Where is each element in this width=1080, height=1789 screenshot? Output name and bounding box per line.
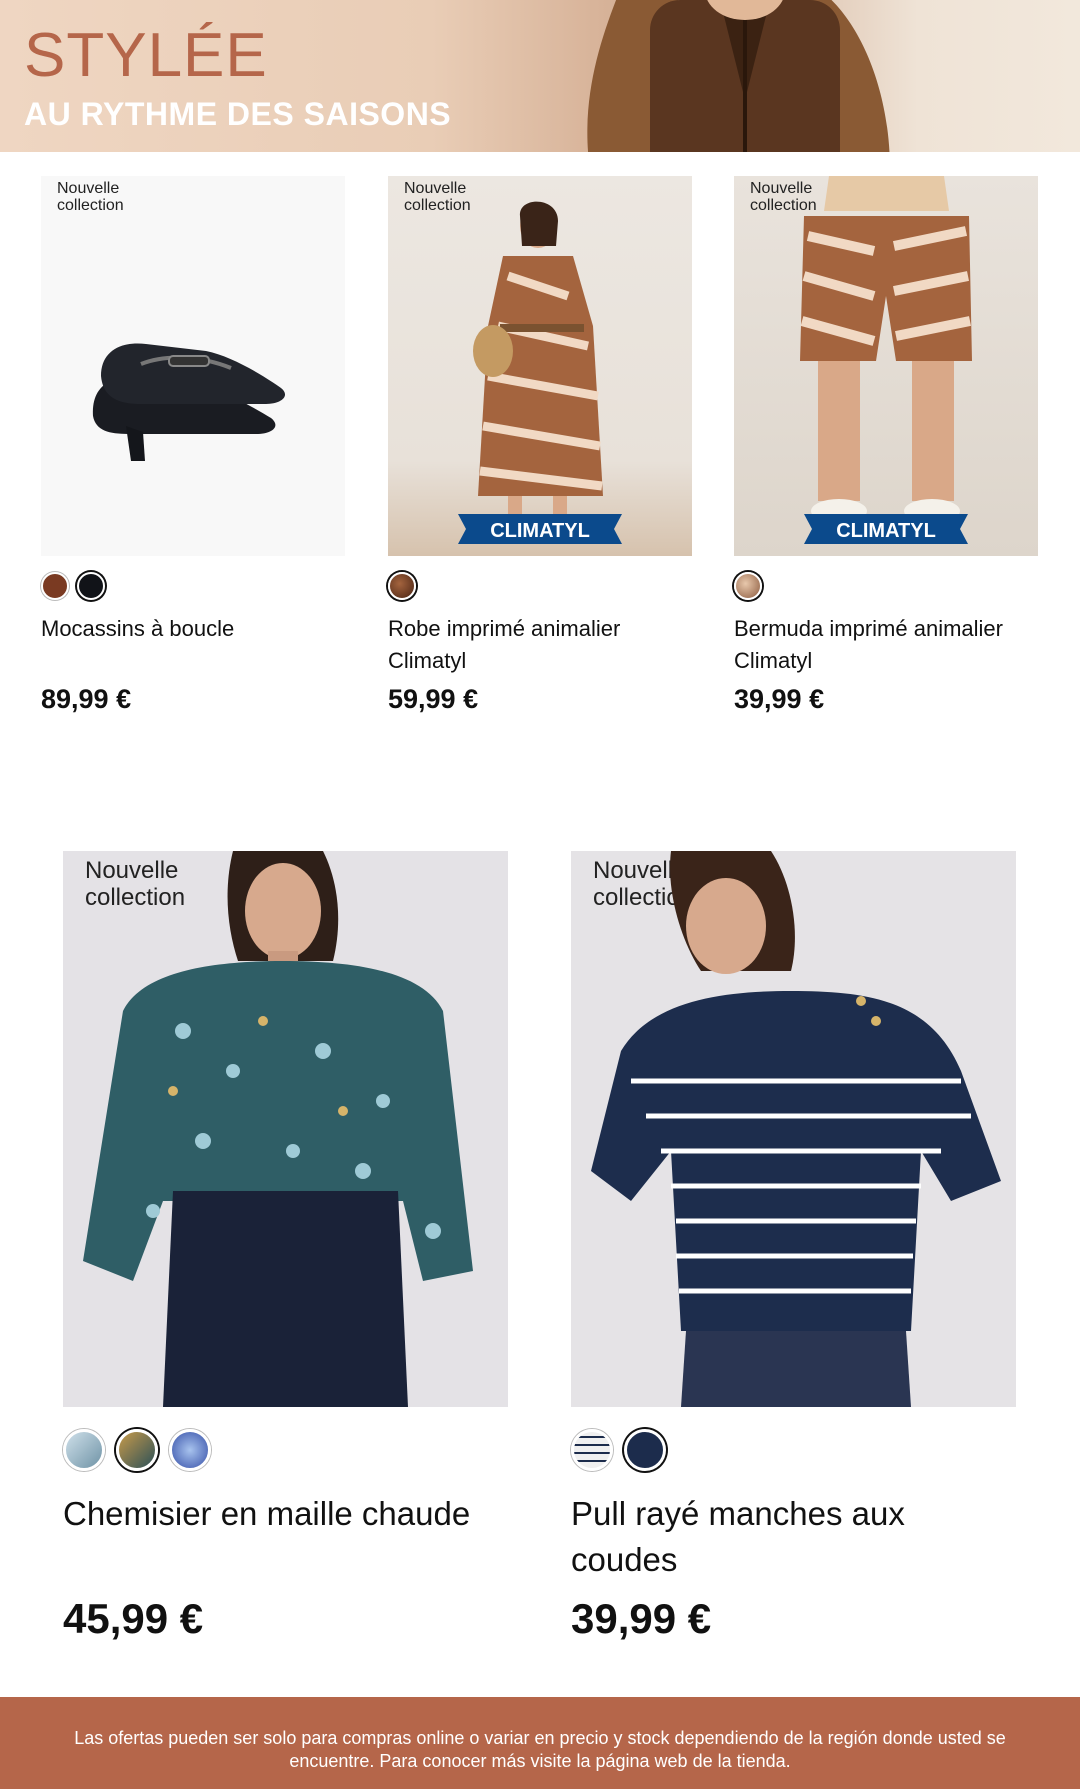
- product-price: 89,99 €: [41, 684, 132, 714]
- product-name[interactable]: Pull rayé manches aux coudes: [571, 1491, 971, 1583]
- product-card-pull[interactable]: Nouvelle collection: [571, 851, 1016, 1407]
- product-card-chemisier[interactable]: Nouvelle collection: [63, 851, 508, 1407]
- banner-model-image: [587, 0, 890, 152]
- product-price: 45,99 €: [63, 1595, 204, 1642]
- product-image-mocassins[interactable]: Nouvelle collection: [41, 176, 345, 556]
- loafers-illustration: [92, 343, 286, 461]
- swatches-mocassins: [41, 572, 105, 600]
- product-price: 59,99 €: [388, 684, 479, 714]
- climatyl-label: CLIMATYL: [458, 514, 622, 544]
- product-card-robe[interactable]: Nouvelle collection CLIMATYL: [388, 176, 692, 556]
- swatches-robe: [388, 572, 416, 600]
- color-swatch[interactable]: [63, 1429, 105, 1471]
- climatyl-label: CLIMATYL: [804, 514, 968, 544]
- product-name[interactable]: Bermuda imprimé animalier Climatyl: [734, 613, 1038, 677]
- product-name[interactable]: Robe imprimé animalier Climatyl: [388, 613, 692, 677]
- dress-model-illustration: [473, 201, 603, 526]
- color-swatch-selected[interactable]: [77, 572, 105, 600]
- product-card-mocassins[interactable]: Nouvelle collection: [41, 176, 345, 556]
- color-swatch[interactable]: [41, 572, 69, 600]
- product-card-bermuda[interactable]: Nouvelle collection CLIMATYL: [734, 176, 1038, 556]
- blouse-model-illustration: [83, 851, 473, 1407]
- color-swatch[interactable]: [571, 1429, 613, 1471]
- swatches-chemisier: [63, 1429, 211, 1471]
- color-swatch-selected[interactable]: [388, 572, 416, 600]
- product-name[interactable]: Mocassins à boucle: [41, 613, 345, 645]
- product-name[interactable]: Chemisier en maille chaude: [63, 1491, 508, 1537]
- product-price: 39,99 €: [734, 684, 825, 714]
- product-image-pull[interactable]: Nouvelle collection: [571, 851, 1016, 1407]
- footer-disclaimer: Las ofertas pueden ser solo para compras…: [74, 1728, 1006, 1771]
- color-swatch-selected[interactable]: [734, 572, 762, 600]
- product-image-chemisier[interactable]: Nouvelle collection: [63, 851, 508, 1407]
- swatches-pull: [571, 1429, 666, 1471]
- bermuda-model-illustration: [800, 176, 972, 523]
- banner-tagline: AU RYTHME DES SAISONS: [24, 96, 452, 132]
- product-image-bermuda[interactable]: Nouvelle collection CLIMATYL: [734, 176, 1038, 556]
- striped-sweater-model-illustration: [591, 851, 1001, 1407]
- swatches-bermuda: [734, 572, 762, 600]
- hero-banner[interactable]: STYLÉE AU RYTHME DES SAISONS: [0, 0, 1080, 152]
- product-price: 39,99 €: [571, 1595, 712, 1642]
- product-image-robe[interactable]: Nouvelle collection CLIMATYL: [388, 176, 692, 556]
- color-swatch[interactable]: [169, 1429, 211, 1471]
- banner-brand: STYLÉE: [24, 21, 268, 90]
- svg-text:CLIMATYL: CLIMATYL: [836, 520, 936, 542]
- svg-text:CLIMATYL: CLIMATYL: [490, 520, 590, 542]
- color-swatch-selected[interactable]: [116, 1429, 158, 1471]
- footer-disclaimer-bar: Las ofertas pueden ser solo para compras…: [0, 1697, 1080, 1789]
- color-swatch-selected[interactable]: [624, 1429, 666, 1471]
